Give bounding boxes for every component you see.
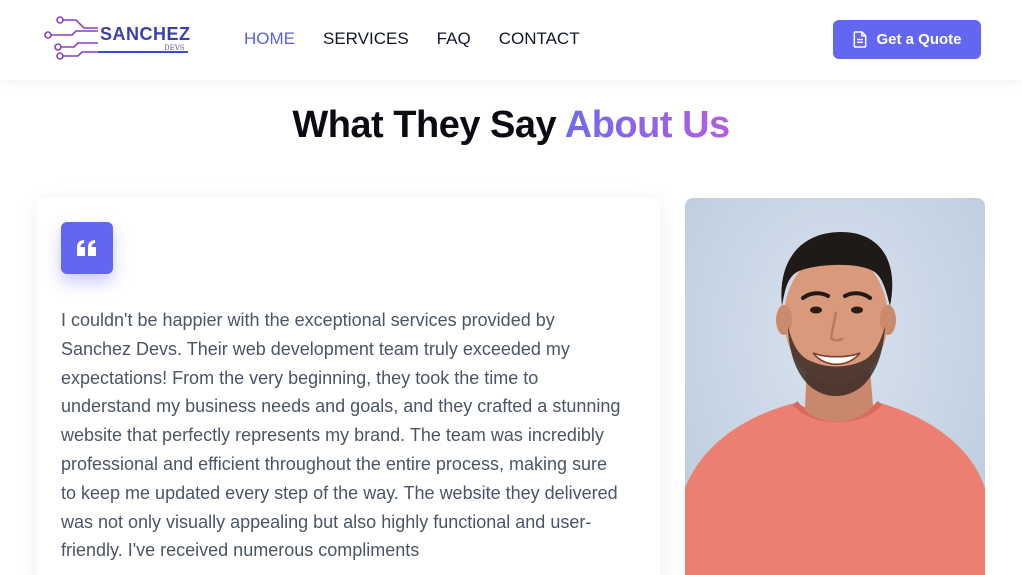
- document-icon: [854, 31, 867, 48]
- quote-icon: [77, 240, 96, 256]
- main-nav: HOME SERVICES FAQ CONTACT: [244, 29, 580, 49]
- quote-badge: [61, 222, 113, 274]
- section-title: What They Say About Us: [0, 104, 1022, 147]
- brand-name: SANCHEZ: [100, 24, 191, 44]
- nav-home[interactable]: HOME: [244, 29, 295, 49]
- customer-photo: [685, 198, 985, 575]
- nav-contact[interactable]: CONTACT: [499, 29, 580, 49]
- man-portrait-image: [685, 198, 985, 575]
- brand-subtitle: DEVS: [164, 44, 185, 52]
- testimonial-text: I couldn't be happier with the exception…: [61, 310, 621, 561]
- brand-logo[interactable]: SANCHEZ DEVS: [44, 16, 194, 64]
- nav-services[interactable]: SERVICES: [323, 29, 409, 49]
- site-header: SANCHEZ DEVS HOME SERVICES FAQ CONTACT G…: [0, 0, 1022, 80]
- section-title-main: What They Say: [292, 104, 565, 146]
- get-quote-button[interactable]: Get a Quote: [833, 20, 981, 59]
- section-title-accent: About Us: [564, 104, 730, 146]
- nav-faq[interactable]: FAQ: [437, 29, 471, 49]
- get-quote-label: Get a Quote: [876, 31, 962, 48]
- testimonial-card: I couldn't be happier with the exception…: [37, 198, 660, 575]
